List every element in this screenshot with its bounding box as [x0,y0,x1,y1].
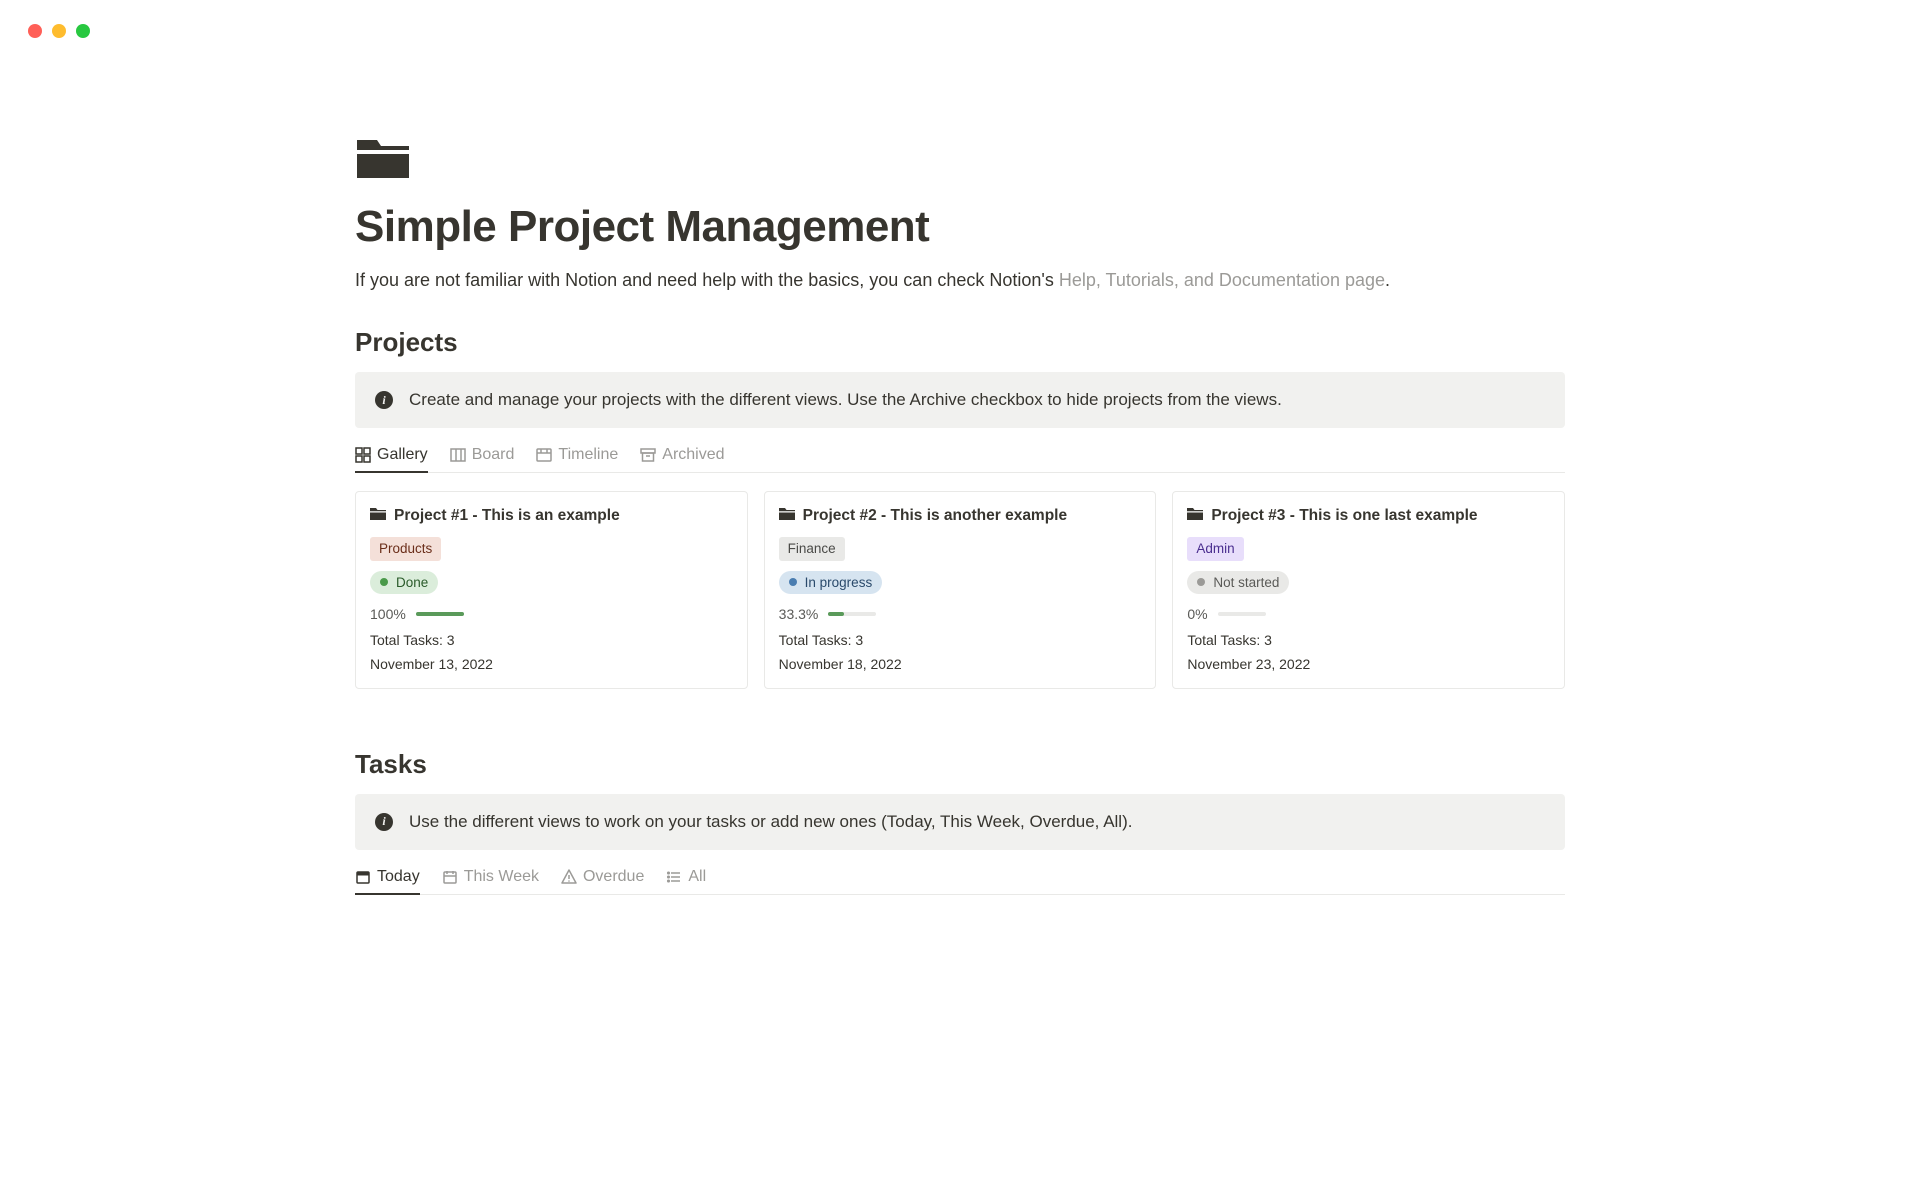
tab-archived[interactable]: Archived [640,446,724,472]
progress-bar [828,612,876,616]
project-tag: Admin [1187,537,1243,561]
project-card[interactable]: Project #3 - This is one last example Ad… [1172,491,1565,689]
project-date: November 23, 2022 [1187,656,1550,672]
close-window-dot[interactable] [28,24,42,38]
project-card[interactable]: Project #2 - This is another example Fin… [764,491,1157,689]
project-title: Project #1 - This is an example [394,507,620,525]
projects-callout: i Create and manage your projects with t… [355,372,1565,428]
subtitle-text: If you are not familiar with Notion and … [355,270,1059,290]
calendar-week-icon [442,869,458,885]
tab-label: Board [472,446,515,464]
subtitle-suffix: . [1385,270,1390,290]
tab-label: Gallery [377,446,428,464]
project-tag: Products [370,537,441,561]
maximize-window-dot[interactable] [76,24,90,38]
folder-icon [1187,506,1203,525]
tab-label: Today [377,868,420,886]
archive-icon [640,447,656,463]
tasks-tabs: Today This Week Overdue All [355,868,1565,895]
project-total-tasks: Total Tasks: 3 [779,632,1142,648]
timeline-icon [536,447,552,463]
projects-callout-text: Create and manage your projects with the… [409,390,1282,410]
projects-heading: Projects [355,327,1565,358]
tasks-heading: Tasks [355,749,1565,780]
tab-label: Timeline [558,446,618,464]
project-date: November 18, 2022 [779,656,1142,672]
page-subtitle: If you are not familiar with Notion and … [355,270,1565,291]
status-dot-icon [1197,578,1205,586]
calendar-today-icon [355,869,371,885]
folder-icon [355,130,1565,182]
project-date: November 13, 2022 [370,656,733,672]
project-total-tasks: Total Tasks: 3 [1187,632,1550,648]
info-icon: i [375,813,393,831]
progress-percent: 33.3% [779,606,819,622]
project-total-tasks: Total Tasks: 3 [370,632,733,648]
tab-label: Overdue [583,868,644,886]
tab-all[interactable]: All [666,868,706,894]
tab-label: All [688,868,706,886]
folder-icon [370,506,386,525]
tasks-callout: i Use the different views to work on you… [355,794,1565,850]
progress-percent: 0% [1187,606,1207,622]
project-status: Not started [1187,571,1289,594]
tasks-callout-text: Use the different views to work on your … [409,812,1132,832]
tab-this-week[interactable]: This Week [442,868,539,894]
warning-icon [561,869,577,885]
progress-bar [1218,612,1266,616]
status-dot-icon [380,578,388,586]
project-title: Project #3 - This is one last example [1211,507,1477,525]
tab-today[interactable]: Today [355,868,420,894]
status-label: Done [396,575,428,590]
board-icon [450,447,466,463]
tab-board[interactable]: Board [450,446,515,472]
tab-gallery[interactable]: Gallery [355,446,428,472]
project-tag: Finance [779,537,845,561]
progress-percent: 100% [370,606,406,622]
project-status: In progress [779,571,883,594]
info-icon: i [375,391,393,409]
projects-tabs: Gallery Board Timeline Archived [355,446,1565,473]
minimize-window-dot[interactable] [52,24,66,38]
tab-timeline[interactable]: Timeline [536,446,618,472]
progress-bar [416,612,464,616]
window-traffic-lights [28,24,90,38]
projects-gallery: Project #1 - This is an example Products… [355,491,1565,689]
project-card[interactable]: Project #1 - This is an example Products… [355,491,748,689]
status-dot-icon [789,578,797,586]
tab-label: This Week [464,868,539,886]
tab-label: Archived [662,446,724,464]
project-title: Project #2 - This is another example [803,507,1067,525]
list-icon [666,869,682,885]
gallery-icon [355,447,371,463]
status-label: In progress [805,575,873,590]
help-docs-link[interactable]: Help, Tutorials, and Documentation page [1059,270,1385,290]
page-title: Simple Project Management [355,202,1565,252]
folder-icon [779,506,795,525]
project-status: Done [370,571,438,594]
tab-overdue[interactable]: Overdue [561,868,644,894]
status-label: Not started [1213,575,1279,590]
